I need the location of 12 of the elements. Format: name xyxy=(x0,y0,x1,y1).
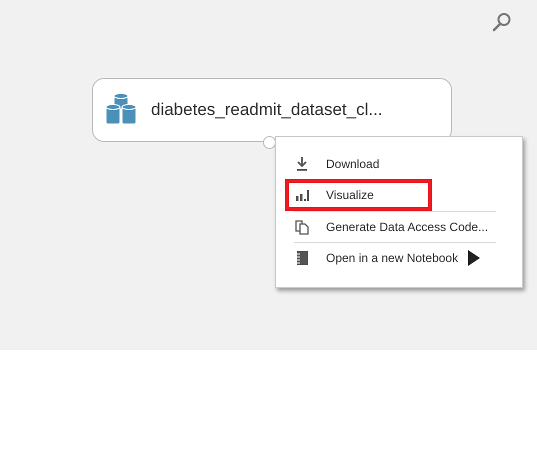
dataset-module[interactable]: diabetes_readmit_dataset_cl... xyxy=(92,78,452,142)
menu-item[interactable]: Download xyxy=(276,149,522,179)
menu-item[interactable]: Visualize xyxy=(285,179,432,211)
notebook-icon xyxy=(294,250,310,266)
caret-icon xyxy=(466,250,482,266)
module-title: diabetes_readmit_dataset_cl... xyxy=(151,99,383,122)
menu-item[interactable]: Generate Data Access Code... xyxy=(276,212,522,242)
bar-chart-icon xyxy=(294,187,310,203)
menu-item[interactable]: Open in a new Notebook xyxy=(276,243,522,273)
copy-icon xyxy=(294,219,310,235)
download-icon xyxy=(294,156,310,172)
search-icon[interactable] xyxy=(492,12,512,32)
